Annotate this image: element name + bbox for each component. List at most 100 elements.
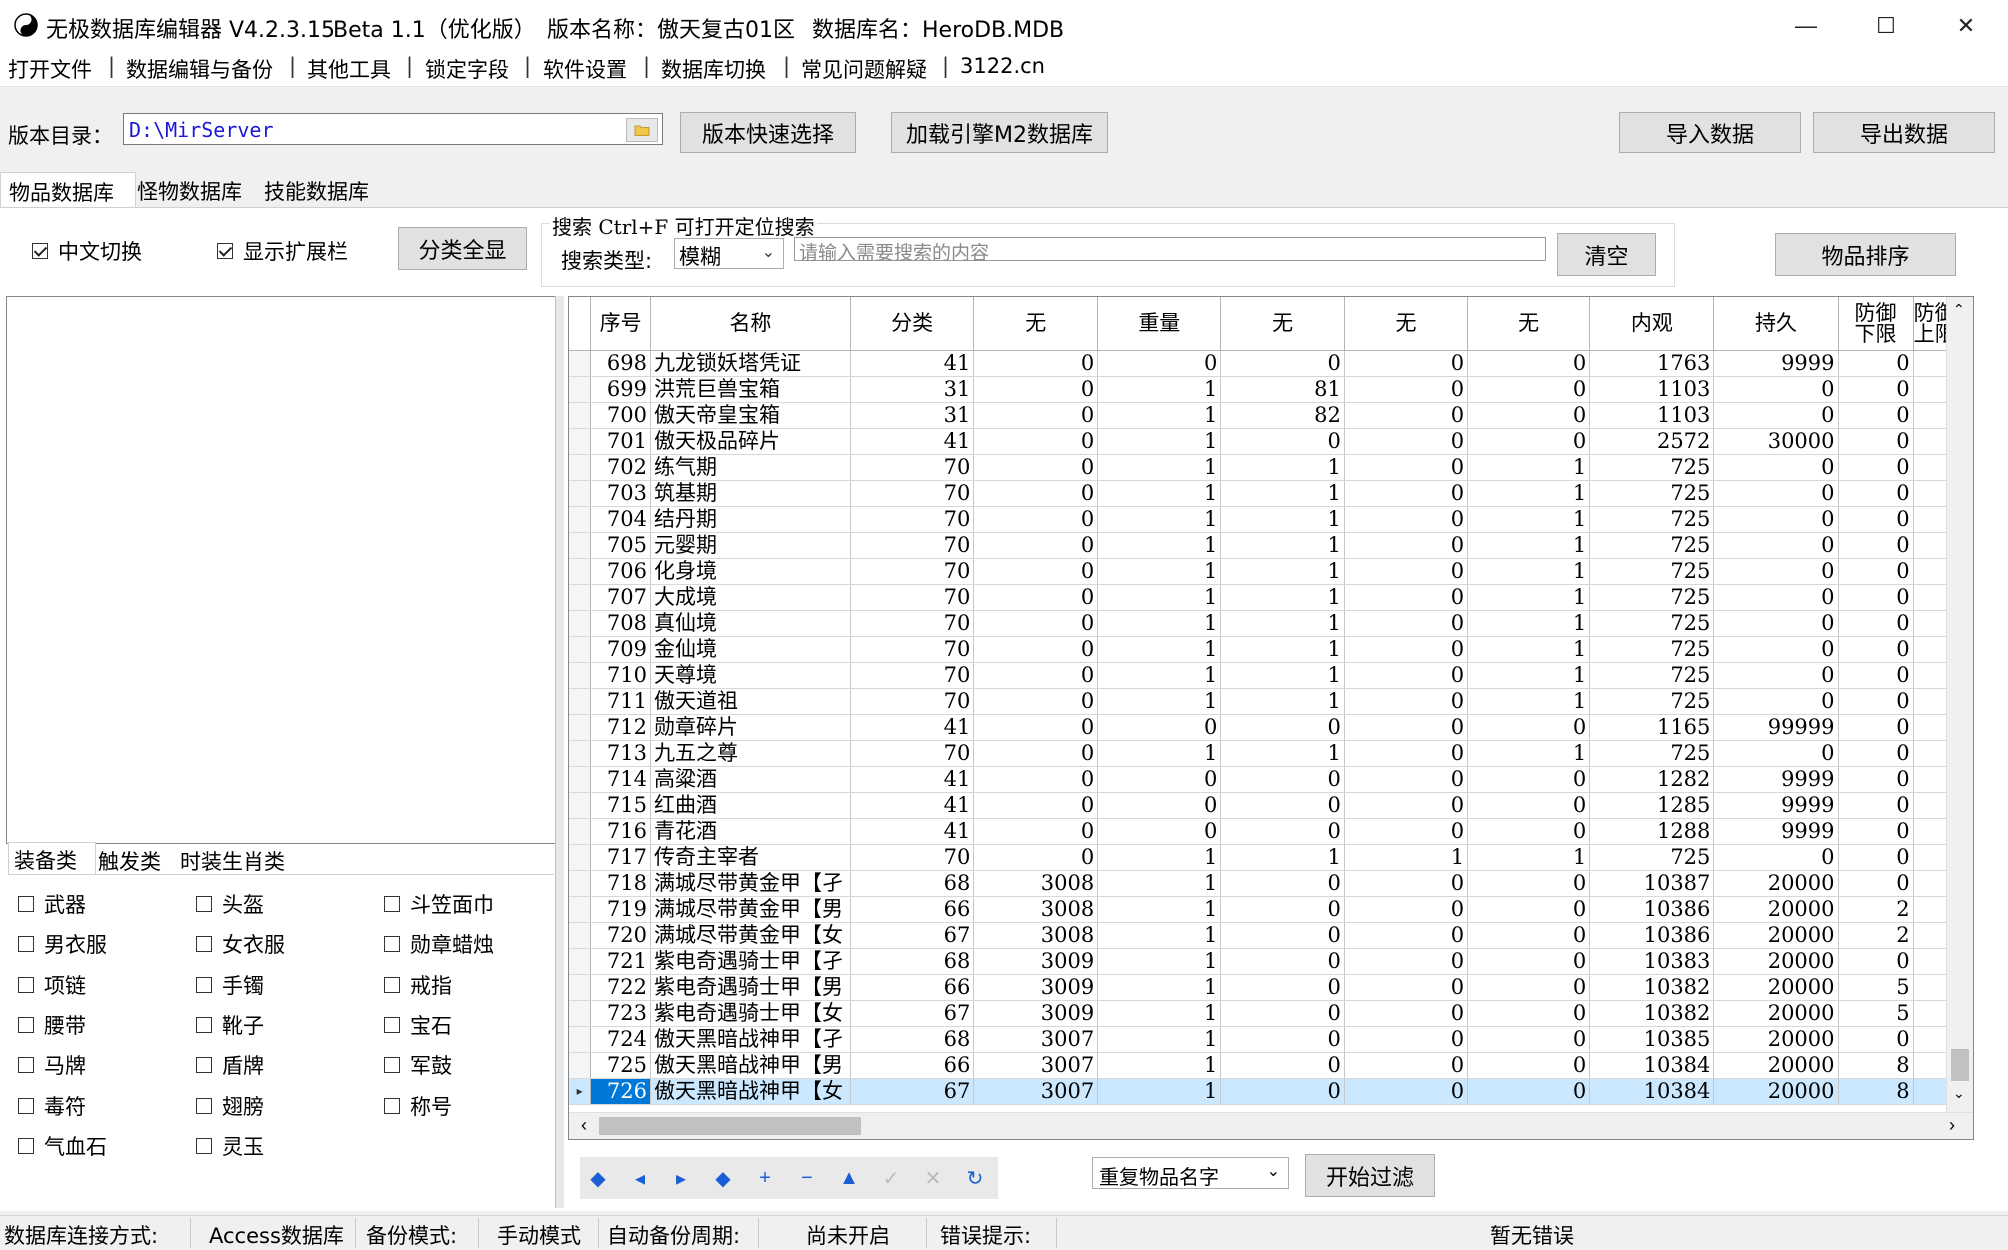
table-cell[interactable]: 0 [973, 792, 1099, 819]
search-type-select[interactable]: 模糊 ⌄ [674, 238, 784, 269]
tab-equip[interactable]: 装备类 [8, 842, 96, 875]
row-indicator[interactable] [569, 1052, 592, 1079]
table-cell[interactable]: 金仙境 [650, 636, 851, 663]
category-checkbox[interactable]: 武器 [18, 889, 86, 919]
table-cell[interactable]: 0 [1838, 402, 1914, 429]
table-cell[interactable]: 1 [1097, 584, 1222, 611]
table-cell[interactable]: 698 [590, 350, 651, 377]
table-cell[interactable]: 710 [590, 662, 651, 689]
nav-edit-icon[interactable]: ▲ [832, 1161, 866, 1195]
table-cell[interactable]: 0 [973, 818, 1099, 845]
table-cell[interactable]: 1 [1097, 740, 1222, 767]
table-cell[interactable]: 0 [1097, 766, 1222, 793]
cn-switch-checkbox[interactable]: 中文切换 [32, 236, 142, 266]
table-cell[interactable]: 725 [1589, 506, 1715, 533]
column-header[interactable]: 分类 [850, 297, 975, 351]
table-cell[interactable]: 2572 [1589, 428, 1715, 455]
table-cell[interactable]: 1 [1220, 636, 1345, 663]
row-indicator[interactable] [569, 376, 592, 403]
table-cell[interactable]: 10387 [1589, 870, 1715, 897]
table-cell[interactable]: 1 [1097, 558, 1222, 585]
table-cell[interactable]: 81 [1220, 376, 1345, 403]
table-cell[interactable]: 0 [1467, 974, 1591, 1001]
table-cell[interactable]: 715 [590, 792, 651, 819]
table-cell[interactable]: 0 [973, 506, 1099, 533]
row-indicator[interactable] [569, 558, 592, 585]
row-indicator[interactable] [569, 1000, 592, 1027]
table-cell[interactable]: 20000 [1713, 948, 1839, 975]
table-cell[interactable]: 66 [850, 974, 975, 1001]
vertical-scrollbar[interactable]: ⌃ ⌄ [1946, 297, 1973, 1112]
column-header[interactable]: 无 [1344, 297, 1469, 351]
table-cell[interactable]: 702 [590, 454, 651, 481]
table-cell[interactable]: 0 [973, 558, 1099, 585]
show-ext-checkbox[interactable]: 显示扩展栏 [217, 236, 348, 266]
table-cell[interactable]: 0 [1344, 896, 1469, 923]
table-cell[interactable]: 714 [590, 766, 651, 793]
table-cell[interactable]: 20000 [1713, 870, 1839, 897]
tab-skills[interactable]: 技能数据库 [264, 176, 369, 206]
table-cell[interactable]: 0 [1467, 402, 1591, 429]
table-cell[interactable]: 0 [973, 584, 1099, 611]
table-cell[interactable]: 0 [1467, 896, 1591, 923]
table-cell[interactable]: 10384 [1589, 1078, 1715, 1105]
table-cell[interactable]: 0 [1467, 1078, 1591, 1105]
table-cell[interactable]: 66 [850, 896, 975, 923]
table-cell[interactable]: 3007 [973, 1052, 1099, 1079]
table-cell[interactable]: 0 [973, 636, 1099, 663]
table-row[interactable]: 715 红曲酒 41 0 0 0 0 0 1285 9999 0 [569, 792, 1973, 819]
table-cell[interactable]: 0 [1838, 662, 1914, 689]
table-cell[interactable]: 709 [590, 636, 651, 663]
table-cell[interactable]: 725 [1589, 584, 1715, 611]
table-row[interactable]: 706 化身境 70 0 1 1 0 1 725 0 0 [569, 558, 1973, 585]
table-cell[interactable]: 1103 [1589, 402, 1715, 429]
table-cell[interactable]: 傲天黑暗战神甲【女 [650, 1078, 851, 1105]
table-cell[interactable]: 1 [1097, 454, 1222, 481]
table-cell[interactable]: 9999 [1713, 350, 1839, 377]
table-cell[interactable]: 0 [1467, 1052, 1591, 1079]
table-cell[interactable]: 41 [850, 766, 975, 793]
column-header[interactable]: 序号 [590, 297, 651, 351]
table-cell[interactable]: 0 [973, 740, 1099, 767]
table-cell[interactable]: 70 [850, 636, 975, 663]
table-row[interactable]: 712 勋章碎片 41 0 0 0 0 0 1165 99999 0 [569, 714, 1973, 741]
table-cell[interactable]: 0 [1838, 1026, 1914, 1053]
table-cell[interactable]: 30000 [1713, 428, 1839, 455]
table-cell[interactable]: 1 [1467, 584, 1591, 611]
table-cell[interactable]: 31 [850, 376, 975, 403]
table-cell[interactable]: 0 [1713, 844, 1839, 871]
table-cell[interactable]: 九龙锁妖塔凭证 [650, 350, 851, 377]
table-cell[interactable]: 721 [590, 948, 651, 975]
table-cell[interactable]: 九五之尊 [650, 740, 851, 767]
export-button[interactable]: 导出数据 [1813, 112, 1995, 153]
table-cell[interactable]: 1 [1220, 480, 1345, 507]
row-indicator[interactable] [569, 844, 592, 871]
tab-items[interactable]: 物品数据库 [0, 172, 136, 209]
table-cell[interactable]: 勋章碎片 [650, 714, 851, 741]
table-cell[interactable]: 0 [1344, 1078, 1469, 1105]
table-cell[interactable]: 708 [590, 610, 651, 637]
table-cell[interactable]: 9999 [1713, 766, 1839, 793]
table-cell[interactable]: 满城尽带黄金甲【女 [650, 922, 851, 949]
table-cell[interactable]: 0 [973, 662, 1099, 689]
table-row[interactable]: 721 紫电奇遇骑士甲【孑 68 3009 1 0 0 0 10383 20000 0 [569, 948, 1973, 975]
table-cell[interactable]: 1 [1220, 610, 1345, 637]
row-indicator[interactable] [569, 662, 592, 689]
menu-settings[interactable]: 软件设置 [543, 54, 627, 84]
table-cell[interactable]: 706 [590, 558, 651, 585]
table-cell[interactable]: 0 [973, 688, 1099, 715]
table-cell[interactable]: 0 [973, 402, 1099, 429]
table-cell[interactable]: 1 [1220, 506, 1345, 533]
table-cell[interactable]: 1 [1467, 532, 1591, 559]
table-cell[interactable]: 67 [850, 922, 975, 949]
table-cell[interactable]: 0 [1713, 740, 1839, 767]
category-checkbox[interactable]: 灵玉 [196, 1131, 264, 1161]
row-indicator[interactable] [569, 922, 592, 949]
table-cell[interactable]: 0 [1713, 636, 1839, 663]
table-cell[interactable]: 0 [1344, 428, 1469, 455]
table-cell[interactable]: 722 [590, 974, 651, 1001]
table-cell[interactable]: 0 [973, 428, 1099, 455]
table-cell[interactable]: 70 [850, 506, 975, 533]
table-cell[interactable]: 10382 [1589, 1000, 1715, 1027]
table-cell[interactable]: 10385 [1589, 1026, 1715, 1053]
